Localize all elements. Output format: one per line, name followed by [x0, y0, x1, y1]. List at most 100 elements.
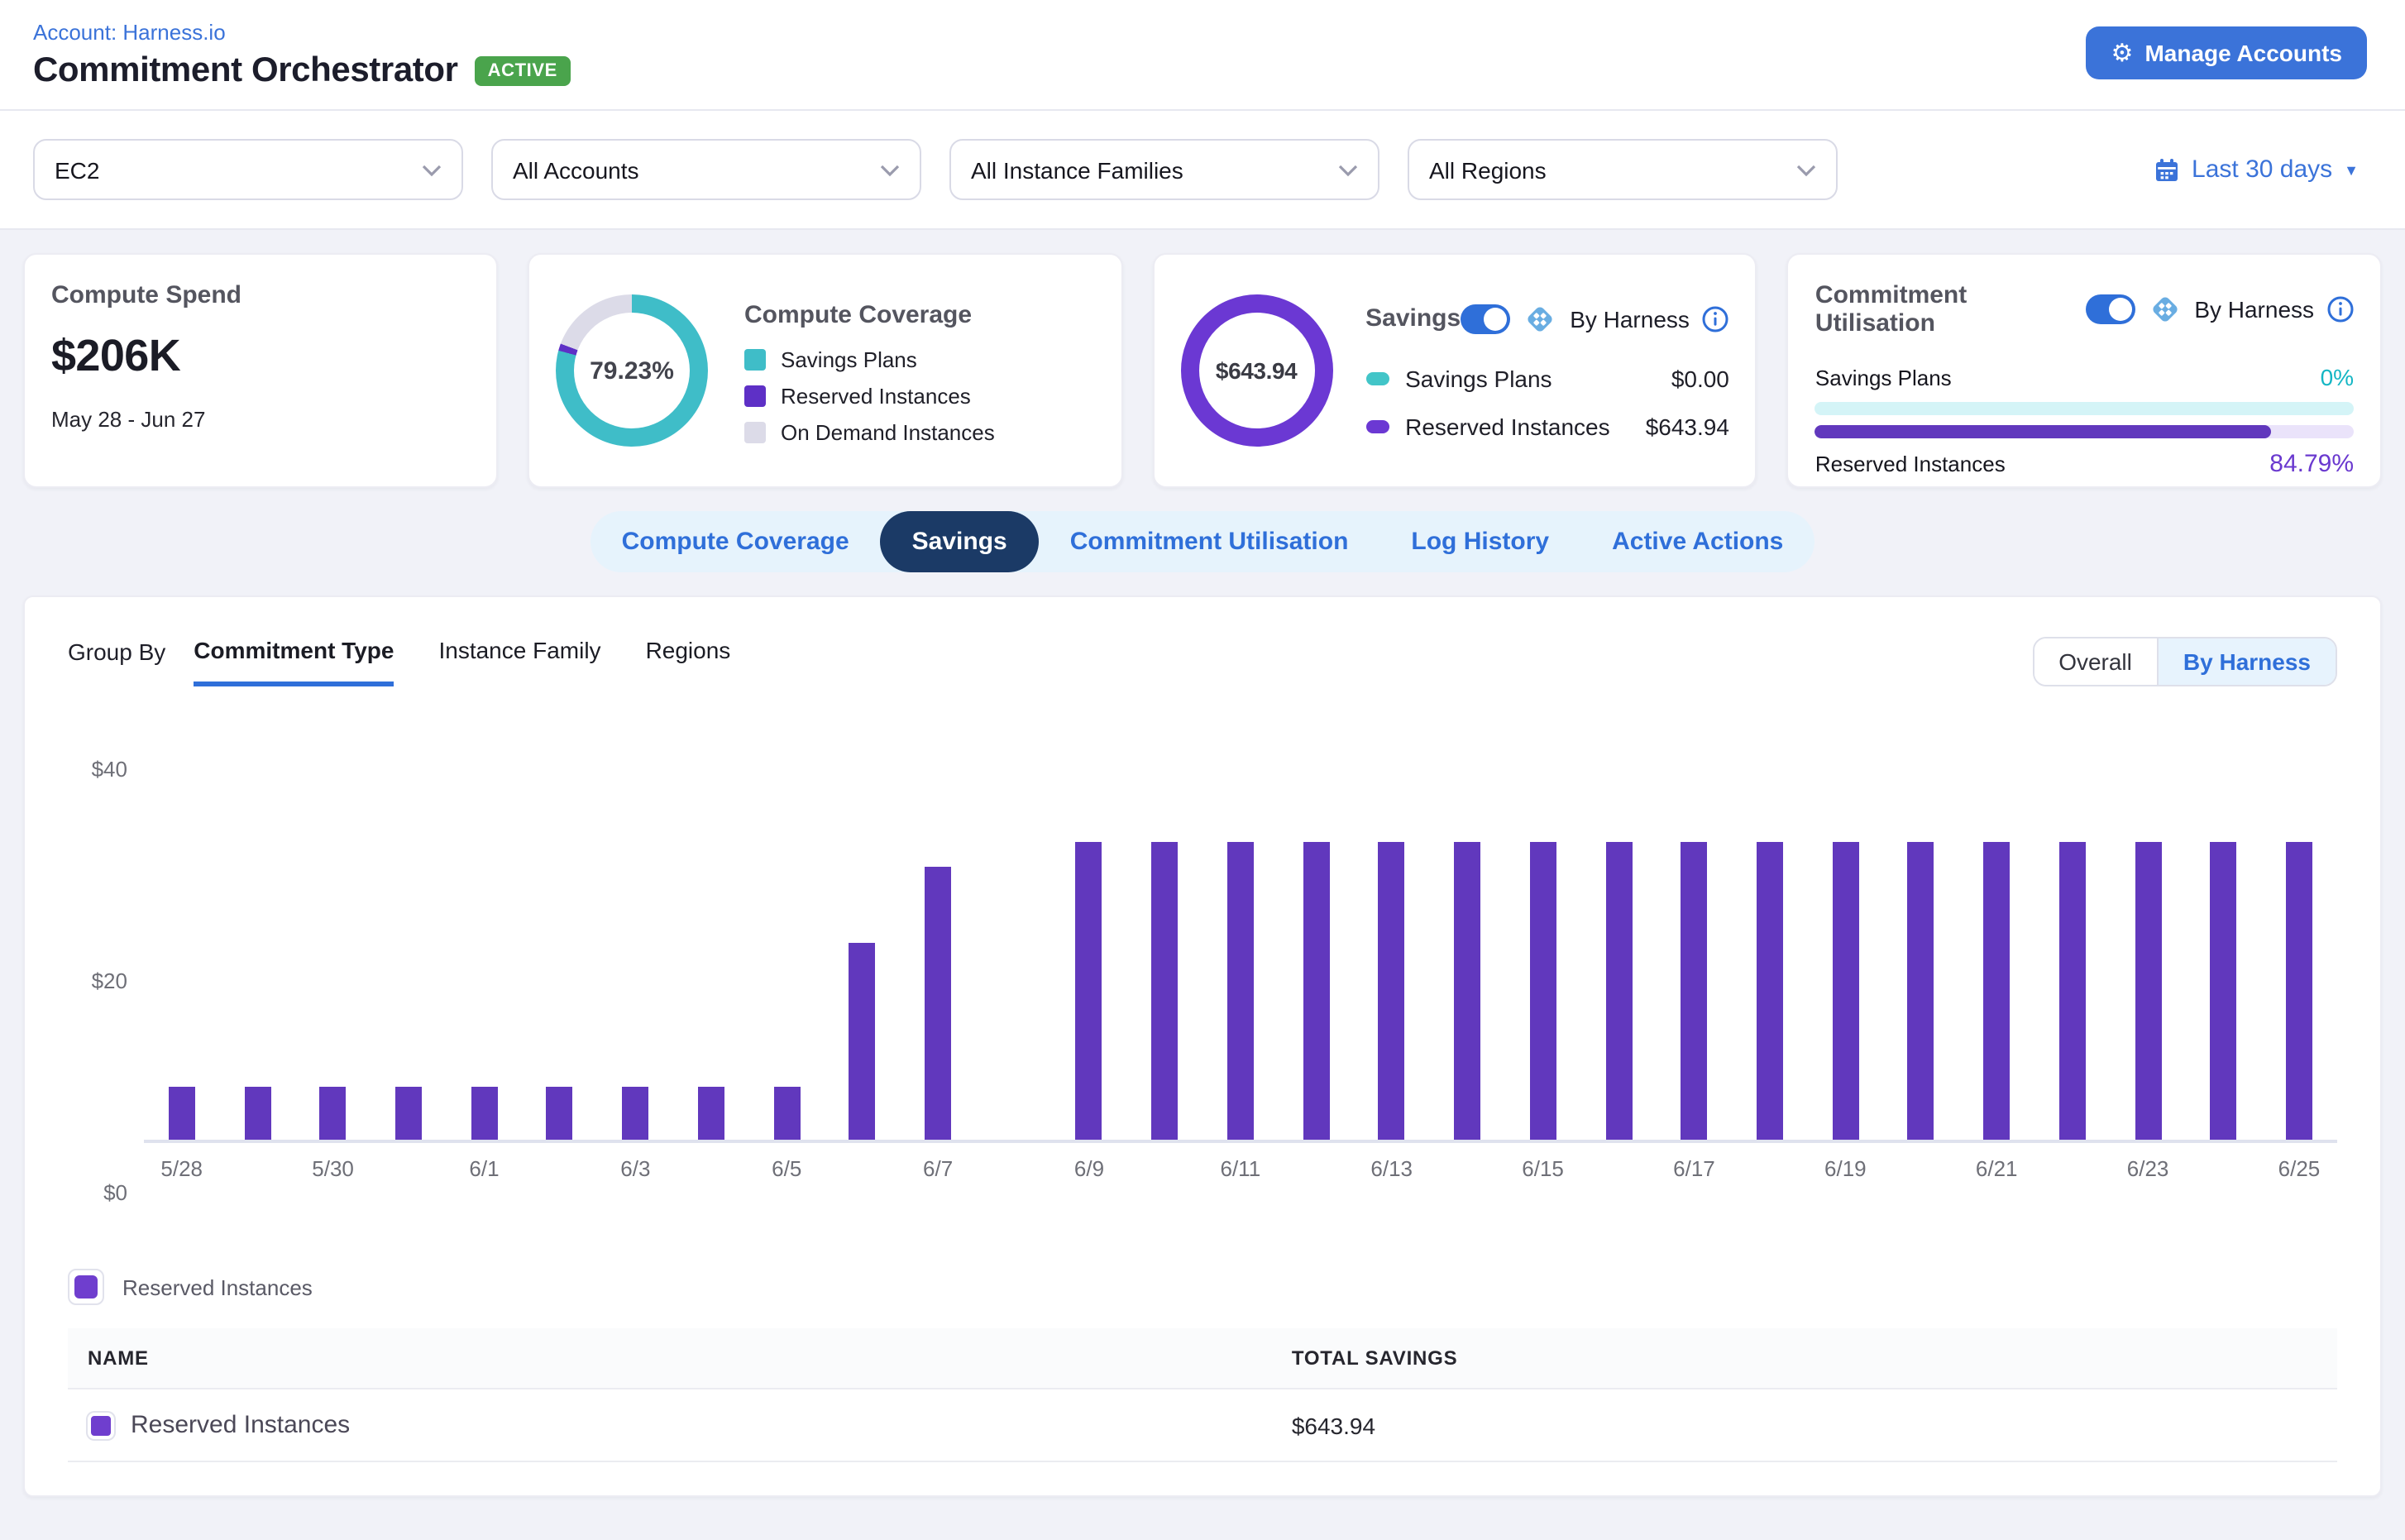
- info-icon[interactable]: [2327, 296, 2354, 323]
- compute-spend-card: Compute Spend $206K May 28 - Jun 27: [23, 253, 498, 488]
- service-filter-value: EC2: [55, 156, 99, 183]
- date-range-picker[interactable]: Last 30 days ▼: [2154, 155, 2365, 184]
- toggle-knob: [1484, 307, 1507, 330]
- caret-down-icon: ▼: [2344, 161, 2359, 178]
- chart-bar-6/4: [698, 1088, 724, 1140]
- chart-bar-6/20: [1908, 843, 1934, 1141]
- harness-logo-icon: [2148, 293, 2181, 326]
- account-breadcrumb-link[interactable]: Account: Harness.io: [33, 20, 226, 45]
- group-tab-instance-family[interactable]: Instance Family: [438, 637, 600, 686]
- chart-slot: 6/11: [1202, 769, 1278, 1140]
- regions-filter-value: All Regions: [1429, 156, 1547, 183]
- instance-families-filter-value: All Instance Families: [971, 156, 1183, 183]
- toggle-knob: [2108, 298, 2131, 321]
- savings-total-value: $643.94: [1216, 357, 1297, 384]
- chart-bar-6/7: [925, 868, 951, 1140]
- chart-bar-6/5: [773, 1088, 800, 1140]
- chevron-down-icon: [422, 163, 442, 176]
- savings-by-harness-toggle[interactable]: [1461, 304, 1510, 333]
- chart-bar-5/31: [395, 1088, 422, 1140]
- chart-slot: 5/28: [144, 769, 219, 1140]
- y-tick-label: $0: [103, 1180, 127, 1205]
- group-tab-regions[interactable]: Regions: [646, 637, 731, 686]
- chart-bar-6/6: [849, 942, 876, 1140]
- reserved-instances-amount: $643.94: [1646, 413, 1729, 439]
- chart-slot: 6/15: [1505, 769, 1580, 1140]
- savings-plans-utilisation-percent: 0%: [2321, 364, 2354, 390]
- chart-slot: 6/7: [900, 769, 975, 1140]
- y-tick-label: $40: [92, 757, 127, 782]
- chart-bar-6/17: [1681, 843, 1707, 1141]
- coverage-percent: 79.23%: [590, 356, 674, 385]
- commitment-utilisation-card: Commitment Utilisation By Harness: [1787, 253, 2382, 488]
- regions-filter-select[interactable]: All Regions: [1408, 139, 1838, 200]
- chart-slot: 6/9: [1051, 769, 1126, 1140]
- service-filter-select[interactable]: EC2: [33, 139, 463, 200]
- view-toggle: Overall By Harness: [2032, 637, 2337, 686]
- chevron-down-icon: [1338, 163, 1358, 176]
- tab-savings[interactable]: Savings: [881, 511, 1039, 572]
- tab-active-actions[interactable]: Active Actions: [1580, 511, 1815, 572]
- chart-bar-6/9: [1076, 843, 1102, 1141]
- chevron-down-icon: [880, 163, 900, 176]
- savings-title: Savings: [1365, 304, 1461, 332]
- legend-item-savings-plans: Savings Plans: [744, 347, 995, 371]
- savings-plans-amount: $0.00: [1671, 365, 1729, 391]
- view-toggle-overall[interactable]: Overall: [2034, 638, 2157, 685]
- compute-coverage-card: 79.23% Compute Coverage Savings Plans Re…: [528, 253, 1122, 488]
- manage-accounts-button[interactable]: ⚙ Manage Accounts: [2087, 26, 2367, 79]
- savings-table: NAME TOTAL SAVINGS Reserved Instances $6…: [68, 1328, 2337, 1462]
- chart-slot: 6/3: [598, 769, 673, 1140]
- teal-pill-icon: [1365, 371, 1389, 385]
- table-header-row: NAME TOTAL SAVINGS: [68, 1328, 2337, 1389]
- tab-commitment-utilisation[interactable]: Commitment Utilisation: [1039, 511, 1380, 572]
- x-tick-label: 6/7: [923, 1156, 953, 1181]
- chart-bar-6/12: [1303, 843, 1329, 1141]
- savings-card: $643.94 Savings: [1152, 253, 1757, 488]
- compute-spend-title: Compute Spend: [51, 281, 470, 309]
- by-harness-label: By Harness: [2194, 296, 2314, 323]
- chart-bar-5/28: [169, 1088, 195, 1140]
- harness-logo-icon: [1523, 302, 1556, 335]
- chart-bar-6/10: [1151, 843, 1178, 1141]
- compute-coverage-title: Compute Coverage: [744, 300, 995, 328]
- reserved-utilisation-percent: 84.79%: [2269, 450, 2354, 478]
- tab-compute-coverage[interactable]: Compute Coverage: [590, 511, 881, 572]
- chart-slot: [522, 769, 597, 1140]
- column-header-total-savings: TOTAL SAVINGS: [1292, 1346, 2317, 1370]
- tab-log-history[interactable]: Log History: [1379, 511, 1580, 572]
- x-tick-label: 6/13: [1370, 1156, 1413, 1181]
- instance-families-filter-select[interactable]: All Instance Families: [949, 139, 1379, 200]
- chart-slot: [1429, 769, 1504, 1140]
- group-tab-commitment-type[interactable]: Commitment Type: [194, 637, 394, 686]
- x-tick-label: 6/23: [2127, 1156, 2169, 1181]
- page-header: Account: Harness.io Commitment Orchestra…: [0, 0, 2405, 111]
- chart-slot: 6/25: [2261, 769, 2336, 1140]
- chart-slot: [371, 769, 446, 1140]
- reserved-instances-utilisation-bar: [1815, 425, 2354, 438]
- x-tick-label: 6/11: [1221, 1156, 1261, 1181]
- chart-bar-6/22: [2059, 843, 2086, 1141]
- x-tick-label: 6/1: [469, 1156, 499, 1181]
- legend-item-on-demand: On Demand Instances: [744, 419, 995, 444]
- reserved-instances-legend-toggle[interactable]: [68, 1269, 104, 1305]
- info-icon[interactable]: [1703, 305, 1729, 332]
- view-toggle-by-harness[interactable]: By Harness: [2157, 638, 2336, 685]
- main-tab-bar: Compute Coverage Savings Commitment Util…: [590, 511, 1815, 572]
- commitment-orchestrator-page: Account: Harness.io Commitment Orchestra…: [0, 0, 2405, 1540]
- calendar-icon: [2154, 156, 2180, 183]
- chart-slot: 6/13: [1354, 769, 1429, 1140]
- x-tick-label: 6/21: [1976, 1156, 2018, 1181]
- chart-slot: [1580, 769, 1656, 1140]
- utilisation-by-harness-toggle[interactable]: [2085, 294, 2135, 324]
- chart-bar-6/3: [622, 1088, 648, 1140]
- date-range-value: Last 30 days: [2192, 155, 2332, 184]
- x-tick-label: 6/25: [2278, 1156, 2321, 1181]
- y-tick-label: $20: [92, 968, 127, 993]
- purple-pill-icon: [1365, 419, 1389, 433]
- chart-bar-6/24: [2211, 843, 2237, 1141]
- chart-bar-6/18: [1757, 843, 1783, 1141]
- group-by-label: Group By: [68, 637, 165, 665]
- accounts-filter-select[interactable]: All Accounts: [491, 139, 921, 200]
- savings-bar-chart: $40 $20 $0 5/285/306/16/36/56/76/96/116/…: [68, 769, 2337, 1193]
